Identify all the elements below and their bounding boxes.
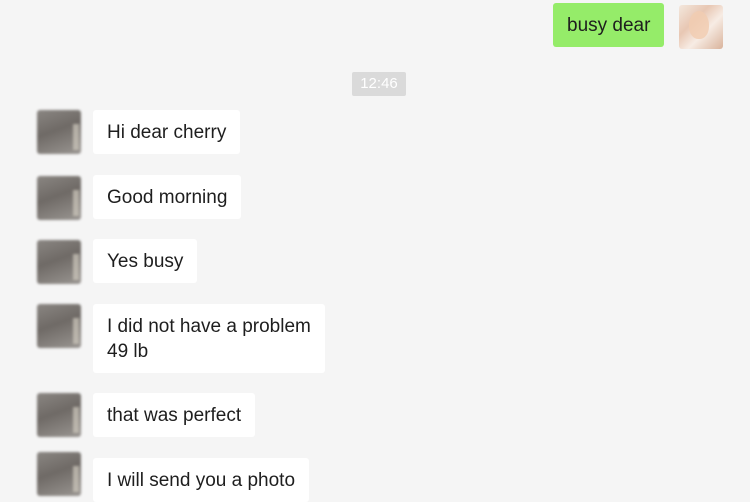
message-bubble-incoming[interactable]: Yes busy	[93, 239, 198, 283]
chat-window: busy dear 12:46 Hi dear cherry Good morn…	[0, 0, 750, 502]
message-bubble-incoming[interactable]: I will send you a photo	[93, 458, 310, 502]
message-bubble-incoming[interactable]: that was perfect	[93, 393, 256, 437]
contact-avatar[interactable]	[37, 304, 81, 348]
contact-avatar[interactable]	[37, 452, 81, 496]
timestamp: 12:46	[352, 72, 406, 96]
message-bubble-incoming[interactable]: I did not have a problem 49 lb	[93, 304, 325, 373]
message-bubble-outgoing[interactable]: busy dear	[553, 3, 665, 47]
my-avatar[interactable]	[679, 5, 723, 49]
contact-avatar[interactable]	[37, 176, 81, 220]
message-bubble-incoming[interactable]: Hi dear cherry	[93, 110, 241, 154]
contact-avatar[interactable]	[37, 240, 81, 284]
contact-avatar[interactable]	[37, 110, 81, 154]
contact-avatar[interactable]	[37, 393, 81, 437]
message-bubble-incoming[interactable]: Good morning	[93, 175, 242, 219]
